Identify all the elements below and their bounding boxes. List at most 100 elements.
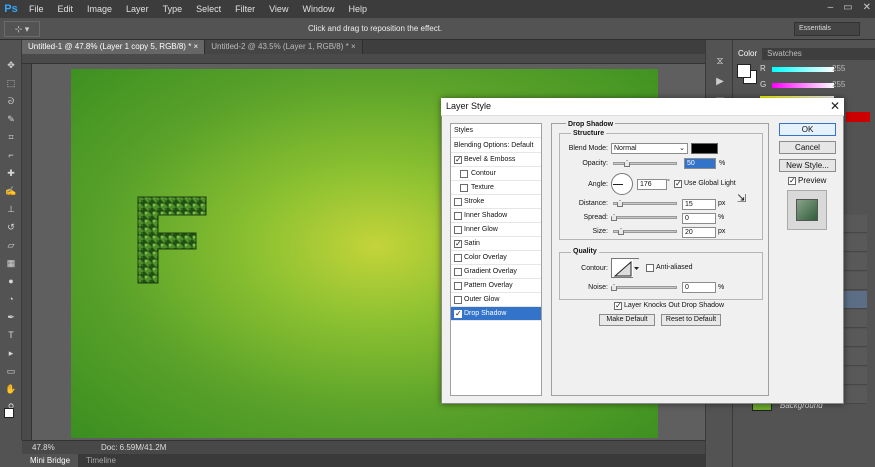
pattern-overlay-checkbox[interactable] <box>454 282 462 290</box>
menu-help[interactable]: Help <box>341 4 374 14</box>
dodge-tool-icon[interactable]: ◔ <box>5 294 17 304</box>
spread-slider[interactable] <box>613 216 677 219</box>
angle-input[interactable]: 176 <box>637 179 667 190</box>
styles-header[interactable]: Styles <box>451 124 541 138</box>
gradient-overlay-checkbox[interactable] <box>454 268 462 276</box>
knockout-checkbox[interactable]: ✓ <box>614 302 622 310</box>
size-input[interactable]: 20 <box>682 227 716 238</box>
path-select-tool-icon[interactable]: ▸ <box>5 348 17 358</box>
red-value[interactable]: 255 <box>832 64 845 73</box>
satin-checkbox[interactable]: ✓ <box>454 240 462 248</box>
style-item-pattern-overlay[interactable]: Pattern Overlay <box>451 279 541 293</box>
menu-layer[interactable]: Layer <box>119 4 156 14</box>
color-ramp[interactable] <box>846 112 870 122</box>
menu-filter[interactable]: Filter <box>228 4 262 14</box>
contour-picker[interactable] <box>611 258 640 279</box>
menu-file[interactable]: File <box>22 4 51 14</box>
quick-select-tool-icon[interactable]: ✎ <box>5 114 17 124</box>
actions-panel-icon[interactable]: ▶ <box>714 76 726 88</box>
contour-checkbox[interactable] <box>460 170 468 178</box>
menu-view[interactable]: View <box>262 4 295 14</box>
hand-tool-icon[interactable]: ✋ <box>5 384 17 394</box>
tab-timeline[interactable]: Timeline <box>78 454 124 467</box>
menu-edit[interactable]: Edit <box>51 4 81 14</box>
blend-mode-select[interactable]: Normal ⌄ <box>611 143 688 154</box>
style-item-inner-glow[interactable]: Inner Glow <box>451 223 541 237</box>
angle-dial[interactable] <box>611 173 633 195</box>
outer-glow-checkbox[interactable] <box>454 296 462 304</box>
distance-input[interactable]: 15 <box>682 199 716 210</box>
eraser-tool-icon[interactable]: ▱ <box>5 240 17 250</box>
new-style-button[interactable]: New Style... <box>779 159 836 172</box>
blending-options-item[interactable]: Blending Options: Default <box>451 139 541 153</box>
menu-type[interactable]: Type <box>156 4 190 14</box>
preview-checkbox[interactable]: ✓ <box>788 177 796 185</box>
foreground-color-swatch[interactable] <box>4 408 14 418</box>
noise-input[interactable]: 0 <box>682 282 716 293</box>
panel-foreground-swatch[interactable] <box>737 64 751 78</box>
tab-color[interactable]: Color <box>733 48 763 60</box>
anti-aliased-checkbox[interactable] <box>646 264 654 272</box>
tool-preset-picker[interactable]: ⊹ ▾ <box>4 21 40 37</box>
close-window-icon[interactable]: ✕ <box>863 2 871 13</box>
blur-tool-icon[interactable]: ● <box>5 276 17 286</box>
maximize-icon[interactable]: ▭ <box>843 2 852 13</box>
reset-to-default-button[interactable]: Reset to Default <box>661 314 721 326</box>
opacity-slider[interactable] <box>613 162 677 165</box>
use-global-light-checkbox[interactable]: ✓ <box>674 180 682 188</box>
tab-close-icon[interactable]: × <box>194 42 199 51</box>
stamp-tool-icon[interactable]: ⊥ <box>5 204 17 214</box>
style-item-outer-glow[interactable]: Outer Glow <box>451 293 541 307</box>
ok-button[interactable]: OK <box>779 123 836 136</box>
healing-tool-icon[interactable]: ✚ <box>5 168 17 178</box>
history-brush-tool-icon[interactable]: ↺ <box>5 222 17 232</box>
move-tool-icon[interactable]: ✥ <box>5 60 17 70</box>
style-item-texture[interactable]: Texture <box>451 181 541 195</box>
opacity-input[interactable]: 50 <box>684 158 716 169</box>
type-tool-icon[interactable]: T <box>5 330 17 340</box>
inner-glow-checkbox[interactable] <box>454 226 462 234</box>
gradient-tool-icon[interactable]: ▦ <box>5 258 17 268</box>
shape-tool-icon[interactable]: ▭ <box>5 366 17 376</box>
eyedropper-tool-icon[interactable]: ⌐ <box>5 150 17 160</box>
spread-input[interactable]: 0 <box>682 213 716 224</box>
tab-mini-bridge[interactable]: Mini Bridge <box>22 454 79 467</box>
brush-tool-icon[interactable]: ✍ <box>5 186 17 196</box>
history-panel-icon[interactable]: ⧖ <box>714 56 726 68</box>
cancel-button[interactable]: Cancel <box>779 141 836 154</box>
style-item-stroke[interactable]: Stroke <box>451 195 541 209</box>
menu-image[interactable]: Image <box>80 4 119 14</box>
tab-close-icon[interactable]: × <box>351 42 356 51</box>
drop-shadow-checkbox[interactable]: ✓ <box>454 310 462 318</box>
tab-swatches[interactable]: Swatches <box>762 48 807 60</box>
bevel-emboss-checkbox[interactable]: ✓ <box>454 156 462 164</box>
stroke-checkbox[interactable] <box>454 198 462 206</box>
pen-tool-icon[interactable]: ✒ <box>5 312 17 322</box>
make-default-button[interactable]: Make Default <box>599 314 655 326</box>
green-slider-track[interactable] <box>772 83 834 88</box>
texture-checkbox[interactable] <box>460 184 468 192</box>
menu-window[interactable]: Window <box>295 4 341 14</box>
style-item-drop-shadow[interactable]: ✓ Drop Shadow <box>451 307 541 321</box>
style-item-contour[interactable]: Contour <box>451 167 541 181</box>
red-slider-track[interactable] <box>772 67 834 72</box>
dialog-close-icon[interactable]: ✕ <box>830 99 840 113</box>
style-item-bevel-emboss[interactable]: ✓ Bevel & Emboss <box>451 153 541 167</box>
workspace-select[interactable]: Essentials <box>794 22 860 36</box>
tab-untitled-2[interactable]: Untitled-2 @ 43.5% (Layer 1, RGB/8) * × <box>205 40 363 54</box>
style-item-satin[interactable]: ✓ Satin <box>451 237 541 251</box>
color-overlay-checkbox[interactable] <box>454 254 462 262</box>
marquee-tool-icon[interactable]: ⬚ <box>5 78 17 88</box>
noise-slider[interactable] <box>613 286 677 289</box>
document-size-info[interactable]: Doc: 6.59M/41.2M <box>101 443 166 452</box>
style-item-inner-shadow[interactable]: Inner Shadow <box>451 209 541 223</box>
style-item-color-overlay[interactable]: Color Overlay <box>451 251 541 265</box>
inner-shadow-checkbox[interactable] <box>454 212 462 220</box>
style-item-gradient-overlay[interactable]: Gradient Overlay <box>451 265 541 279</box>
shadow-color-swatch[interactable] <box>691 143 718 154</box>
lasso-tool-icon[interactable]: ᘐ <box>5 96 17 106</box>
tab-untitled-1[interactable]: Untitled-1 @ 47.8% (Layer 1 copy 5, RGB/… <box>22 40 206 54</box>
minimize-icon[interactable]: – <box>828 2 834 13</box>
crop-tool-icon[interactable]: ⌗ <box>5 132 17 142</box>
menu-select[interactable]: Select <box>189 4 228 14</box>
